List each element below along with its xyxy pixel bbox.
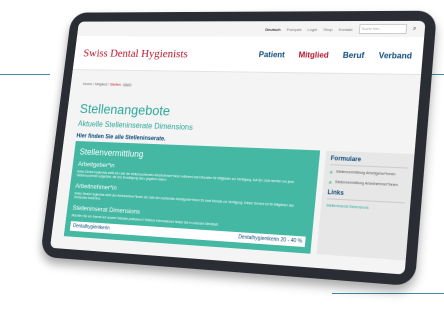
job-right: Dentalhygienikerin 20 - 40 % xyxy=(237,234,303,246)
breadcrumb-current: Stellen xyxy=(109,81,122,87)
job-left: Dentalhygienikerin xyxy=(72,223,110,232)
nav-beruf[interactable]: Beruf xyxy=(343,50,365,59)
language-fr[interactable]: Français xyxy=(286,27,302,32)
search-icon[interactable]: ⌕ xyxy=(412,25,417,32)
decorative-line-left xyxy=(0,74,50,75)
tablet-screen: Deutsch Français Login Shop Kontakt Such… xyxy=(49,20,426,275)
nav-verband[interactable]: Verband xyxy=(378,51,412,60)
breadcrumb-home[interactable]: Home xyxy=(83,81,93,86)
nav-mitglied[interactable]: Mitglied xyxy=(298,50,329,59)
status-badge: Intern xyxy=(121,82,133,87)
sidebar-link-dimensions[interactable]: Stelleninserat Dimensions xyxy=(326,203,405,212)
logo[interactable]: Swiss Dental Hygienists xyxy=(83,46,189,61)
sidebar-item-label: Stellenvermittlung Arbeitnehmer*innen xyxy=(334,179,398,188)
sidebar-title: Formulare xyxy=(330,155,409,169)
language-de[interactable]: Deutsch xyxy=(265,27,281,32)
content-area: Stellenvermittlung Arbeitgeber*in Swiss … xyxy=(52,140,415,261)
breadcrumb-parent[interactable]: Mitglied xyxy=(95,82,108,87)
login-link[interactable]: Login xyxy=(307,27,317,32)
shop-link[interactable]: Shop xyxy=(323,27,333,32)
sidebar-item-employee-form[interactable]: ⊕ Stellenvermittlung Arbeitnehmer*innen xyxy=(328,180,406,189)
decorative-line-bottom xyxy=(332,293,444,294)
sidebar: Formulare ⊕ Stellenvermittlung Arbeitgeb… xyxy=(316,150,415,261)
search-input[interactable]: Suche hier... xyxy=(358,23,407,35)
main-panel: Stellenvermittlung Arbeitgeber*in Swiss … xyxy=(63,140,321,255)
links-title: Links xyxy=(326,189,406,204)
download-icon: ⊕ xyxy=(328,179,333,185)
download-icon: ⊕ xyxy=(329,169,334,175)
tablet-device: Deutsch Français Login Shop Kontakt Such… xyxy=(40,10,438,287)
nav-patient[interactable]: Patient xyxy=(258,50,285,59)
sidebar-item-employer-form[interactable]: ⊕ Stellenvermittlung Arbeitgeber*innen xyxy=(329,169,407,178)
site-header: Swiss Dental Hygienists Patient Mitglied… xyxy=(72,36,425,76)
sidebar-item-label: Stellenvermittlung Arbeitgeber*innen xyxy=(335,169,396,177)
main-nav: Patient Mitglied Beruf Verband xyxy=(258,50,412,60)
utility-bar: Deutsch Français Login Shop Kontakt Such… xyxy=(77,21,425,37)
contact-link[interactable]: Kontakt xyxy=(339,27,353,32)
